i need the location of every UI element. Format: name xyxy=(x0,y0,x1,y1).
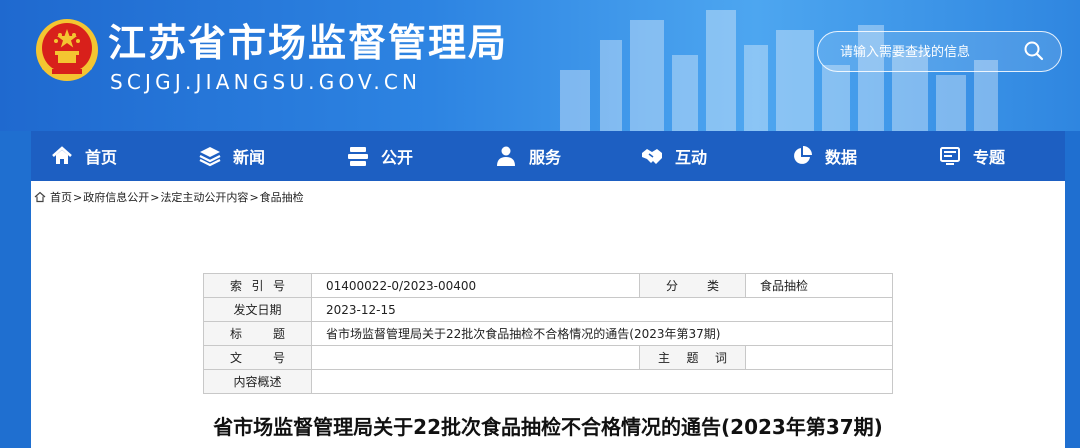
label-char: 主 xyxy=(658,351,671,365)
monitor-icon xyxy=(940,147,960,165)
nav-item-home[interactable]: 首页 xyxy=(51,131,117,181)
label-char: 号 xyxy=(272,351,285,365)
breadcrumb-gov-info[interactable]: 政府信息公开 xyxy=(83,189,149,205)
home-icon xyxy=(34,191,46,203)
search-box xyxy=(817,31,1062,72)
nav-item-label: 公开 xyxy=(381,148,414,167)
docno-value xyxy=(311,345,640,370)
nav-item-public[interactable]: 公开 xyxy=(347,131,413,181)
content-area: 首页 > 政府信息公开 > 法定主动公开内容 > 食品抽检 索引号 014000… xyxy=(31,181,1065,448)
label-char: 题 xyxy=(272,327,285,341)
title-value: 省市场监督管理局关于22批次食品抽检不合格情况的通告(2023年第37期) xyxy=(311,321,893,346)
label-char: 词 xyxy=(714,351,727,365)
label-char: 题 xyxy=(686,351,699,365)
nav-item-label: 互动 xyxy=(675,148,708,167)
label-char: 号 xyxy=(272,279,285,293)
nav-item-label: 新闻 xyxy=(233,148,266,167)
nav-item-label: 服务 xyxy=(529,148,562,167)
breadcrumb-separator: > xyxy=(73,190,83,204)
people-icon xyxy=(497,146,515,166)
date-value: 2023-12-15 xyxy=(311,297,893,322)
site-domain: SCJGJ.JIANGSU.GOV.CN xyxy=(110,70,422,94)
handshake-icon xyxy=(642,149,662,164)
breadcrumb-food-inspection[interactable]: 食品抽检 xyxy=(260,189,304,205)
nav-item-label: 专题 xyxy=(973,148,1006,167)
keywords-label: 主题词 xyxy=(639,345,746,370)
label-char: 索 xyxy=(230,279,243,293)
layers-icon xyxy=(199,147,221,167)
category-label: 分类 xyxy=(639,273,746,298)
nav-item-label: 首页 xyxy=(85,148,118,167)
site-header: 江苏省市场监督管理局 SCJGJ.JIANGSU.GOV.CN xyxy=(0,0,1080,131)
table-row: 发文日期 2023-12-15 xyxy=(203,297,893,322)
label-char: 类 xyxy=(706,279,719,293)
nav-item-service[interactable]: 服务 xyxy=(495,131,561,181)
nav-item-interact[interactable]: 互动 xyxy=(641,131,707,181)
keywords-label-text: 主题词 xyxy=(640,349,745,366)
nav-item-news[interactable]: 新闻 xyxy=(199,131,265,181)
breadcrumb-statutory[interactable]: 法定主动公开内容 xyxy=(160,189,248,205)
main-nav: 首页 新闻 公开 服务 互动 数据 专题 xyxy=(31,131,1065,181)
nav-item-data[interactable]: 数据 xyxy=(791,131,857,181)
summary-label: 内容概述 xyxy=(203,369,312,394)
table-row: 标题 省市场监督管理局关于22批次食品抽检不合格情况的通告(2023年第37期) xyxy=(203,321,893,346)
title-label-text: 标题 xyxy=(204,325,311,342)
table-row: 索引号 01400022-0/2023-00400 分类 食品抽检 xyxy=(203,273,893,298)
docno-label-text: 文号 xyxy=(204,349,311,366)
site-title: 江苏省市场监督管理局 xyxy=(108,21,509,65)
label-char: 分 xyxy=(666,279,679,293)
index-value: 01400022-0/2023-00400 xyxy=(311,273,640,298)
breadcrumb: 首页 > 政府信息公开 > 法定主动公开内容 > 食品抽检 xyxy=(34,189,304,205)
search-icon[interactable] xyxy=(1023,40,1045,62)
index-label-text: 索引号 xyxy=(204,277,311,294)
keywords-value xyxy=(745,345,893,370)
breadcrumb-home[interactable]: 首页 xyxy=(50,189,72,205)
breadcrumb-separator: > xyxy=(150,190,160,204)
search-input[interactable] xyxy=(838,32,1022,72)
category-label-text: 分类 xyxy=(640,277,745,294)
table-row: 文号 主题词 xyxy=(203,345,893,370)
label-char: 引 xyxy=(251,279,264,293)
category-value: 食品抽检 xyxy=(745,273,893,298)
home-icon xyxy=(52,146,72,164)
title-label: 标题 xyxy=(203,321,312,346)
document-title: 省市场监督管理局关于22批次食品抽检不合格情况的通告(2023年第37期) xyxy=(213,415,883,439)
table-row: 内容概述 xyxy=(203,369,893,394)
index-label: 索引号 xyxy=(203,273,312,298)
national-emblem-icon xyxy=(36,19,98,81)
pie-chart-icon xyxy=(794,146,812,164)
label-char: 文 xyxy=(230,351,243,365)
breadcrumb-separator: > xyxy=(249,190,259,204)
nav-item-topics[interactable]: 专题 xyxy=(939,131,1005,181)
docno-label: 文号 xyxy=(203,345,312,370)
date-label: 发文日期 xyxy=(203,297,312,322)
nav-item-label: 数据 xyxy=(825,148,858,167)
label-char: 标 xyxy=(230,327,243,341)
stack-icon xyxy=(348,147,368,166)
summary-value xyxy=(311,369,893,394)
document-meta-table: 索引号 01400022-0/2023-00400 分类 食品抽检 发文日期 2… xyxy=(203,273,893,394)
